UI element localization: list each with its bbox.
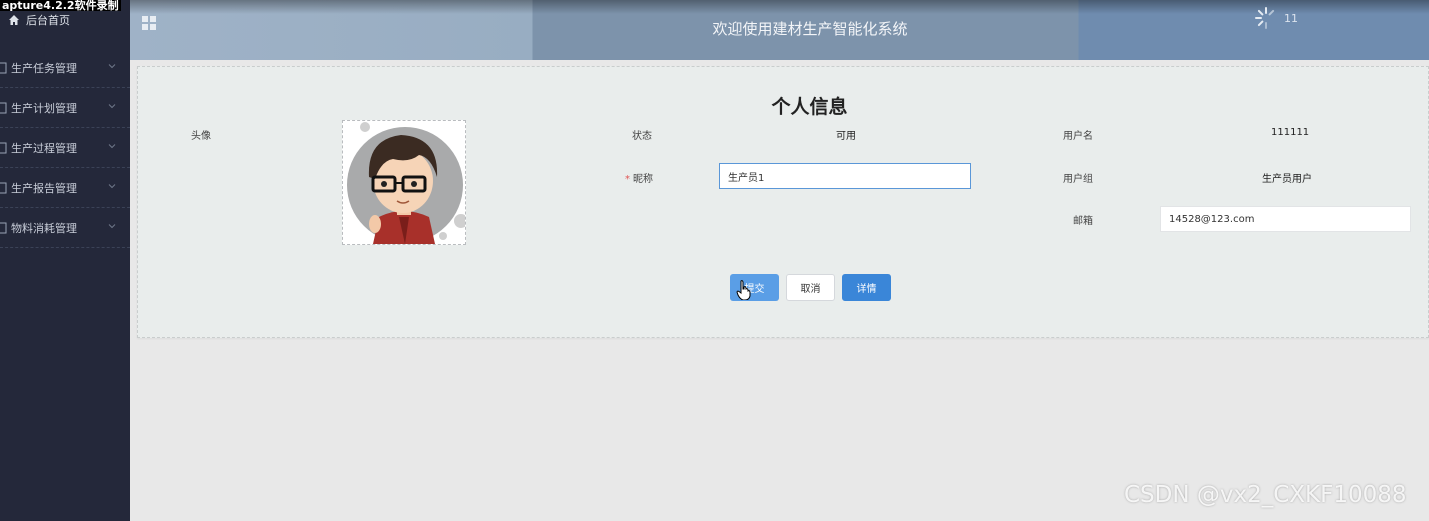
capture-software-label: apture4.2.2软件录制 xyxy=(0,0,121,12)
chevron-down-icon xyxy=(108,184,116,189)
details-button[interactable]: 详情 xyxy=(842,274,891,301)
sidebar-item-label: 生产任务管理 xyxy=(11,61,77,75)
sidebar-item-production-report[interactable]: 生产报告管理 xyxy=(0,168,130,208)
user-group-value: 生产员用户 xyxy=(1262,174,1312,185)
cancel-button[interactable]: 取消 xyxy=(786,274,835,301)
sidebar-item-label: 物料消耗管理 xyxy=(11,221,77,235)
sidebar-item-production-task[interactable]: 生产任务管理 xyxy=(0,48,130,88)
home-label: 后台首页 xyxy=(26,14,70,27)
loading-spinner-icon xyxy=(1255,7,1275,29)
required-marker: * xyxy=(625,174,630,185)
watermark: CSDN @vx2_CXKF10088 xyxy=(1124,482,1407,508)
nickname-label-text: 昵称 xyxy=(633,174,653,185)
email-input[interactable]: 14528@123.com xyxy=(1160,206,1411,232)
chevron-down-icon xyxy=(108,224,116,229)
menu-item-icon xyxy=(0,182,7,193)
chevron-down-icon xyxy=(108,64,116,69)
sidebar-item-material-consumption[interactable]: 物料消耗管理 xyxy=(0,208,130,248)
username-label: 用户名 xyxy=(1063,131,1093,142)
user-group-label: 用户组 xyxy=(1063,174,1093,185)
grid-menu-icon[interactable] xyxy=(142,16,156,30)
sidebar-item-label: 生产过程管理 xyxy=(11,141,77,155)
nickname-input[interactable]: 生产员1 xyxy=(719,163,971,189)
menu-item-icon xyxy=(0,222,7,233)
status-label: 状态 xyxy=(632,131,652,142)
page-title: 个人信息 xyxy=(771,96,848,118)
hand-cursor-icon xyxy=(736,280,751,300)
email-label: 邮箱 xyxy=(1073,216,1093,227)
cancel-button-label: 取消 xyxy=(800,284,821,295)
avatar-label: 头像 xyxy=(191,131,211,142)
menu-item-icon xyxy=(0,62,7,73)
details-button-label: 详情 xyxy=(856,284,877,295)
home-icon xyxy=(9,15,19,25)
sidebar-item-label: 生产报告管理 xyxy=(11,181,77,195)
nickname-label: * 昵称 xyxy=(625,170,653,185)
menu-item-icon xyxy=(0,142,7,153)
username-value: 111111 xyxy=(1271,127,1310,138)
notification-count: 11 xyxy=(1284,12,1298,25)
avatar-upload[interactable] xyxy=(342,120,466,245)
avatar-image xyxy=(343,121,465,244)
status-value: 可用 xyxy=(836,131,856,142)
home-link[interactable]: 后台首页 xyxy=(8,12,70,28)
sidebar-item-production-process[interactable]: 生产过程管理 xyxy=(0,128,130,168)
sidebar: 后台首页 生产任务管理 生产计划管理 生产过程管理 生产报告管理 物料消耗管理 xyxy=(0,0,130,521)
chevron-down-icon xyxy=(108,144,116,149)
sidebar-menu: 生产任务管理 生产计划管理 生产过程管理 生产报告管理 物料消耗管理 xyxy=(0,48,130,248)
system-title: 欢迎使用建材生产智能化系统 xyxy=(712,20,908,38)
top-bar-shade xyxy=(130,0,1429,14)
